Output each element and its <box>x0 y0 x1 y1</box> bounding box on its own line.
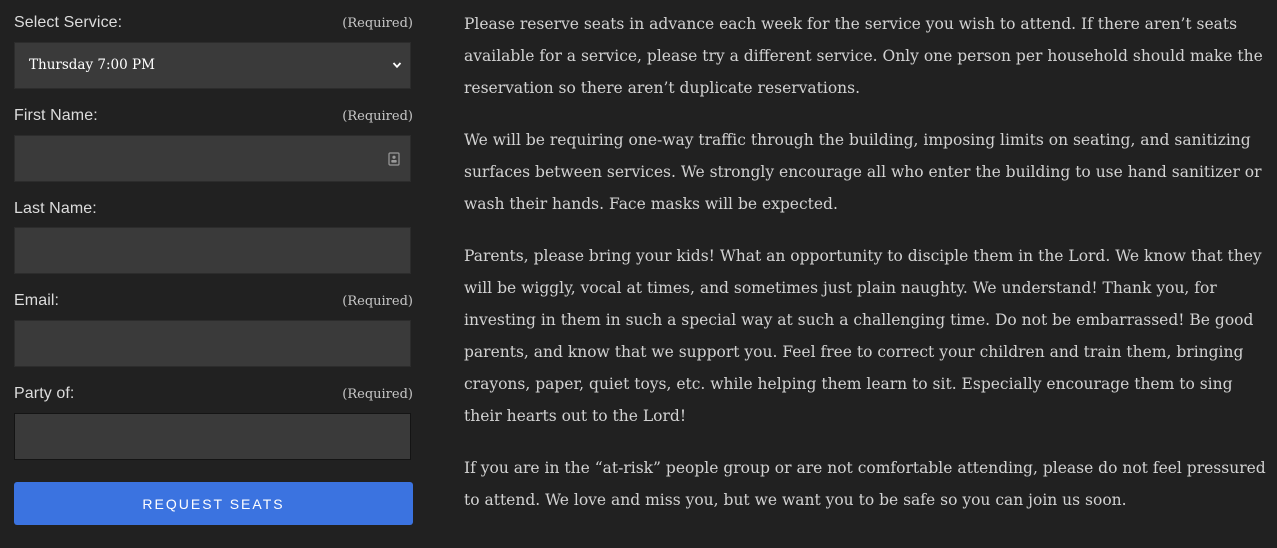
info-paragraph-advance: Please reserve seats in advance each wee… <box>464 15 1263 97</box>
request-seats-button[interactable]: REQUEST SEATS <box>14 482 413 525</box>
chevron-down-icon <box>392 62 402 69</box>
info-paragraph-safety: We will be requiring one-way traffic thr… <box>464 131 1262 213</box>
email-required-note: (Required) <box>342 293 413 309</box>
service-select-value: Thursday 7:00 PM <box>29 57 155 73</box>
service-label: Select Service: <box>14 14 123 31</box>
party-label-row: Party of: (Required) <box>14 382 413 406</box>
info-paragraph-at-risk: If you are in the “at-risk” people group… <box>464 459 1266 509</box>
first-name-label: First Name: <box>14 107 98 124</box>
last-name-label-row: Last Name: <box>14 197 413 221</box>
info-paragraph-parents: Parents, please bring your kids! What an… <box>464 247 1262 425</box>
first-name-required-note: (Required) <box>342 108 413 124</box>
service-label-row: Select Service: (Required) <box>14 11 413 35</box>
last-name-input[interactable] <box>14 227 411 274</box>
email-input[interactable] <box>14 320 411 367</box>
email-label: Email: <box>14 292 60 309</box>
service-select[interactable]: Thursday 7:00 PM <box>14 42 411 89</box>
party-size-input[interactable] <box>14 413 411 460</box>
first-name-input[interactable] <box>14 135 411 182</box>
contact-card-icon[interactable] <box>388 152 400 166</box>
party-label: Party of: <box>14 385 75 402</box>
email-label-row: Email: (Required) <box>14 289 413 313</box>
party-required-note: (Required) <box>342 386 413 402</box>
first-name-label-row: First Name: (Required) <box>14 104 413 128</box>
reservation-info: Please reserve seats in advance each wee… <box>464 8 1269 536</box>
service-required-note: (Required) <box>342 15 413 31</box>
last-name-label: Last Name: <box>14 200 97 217</box>
